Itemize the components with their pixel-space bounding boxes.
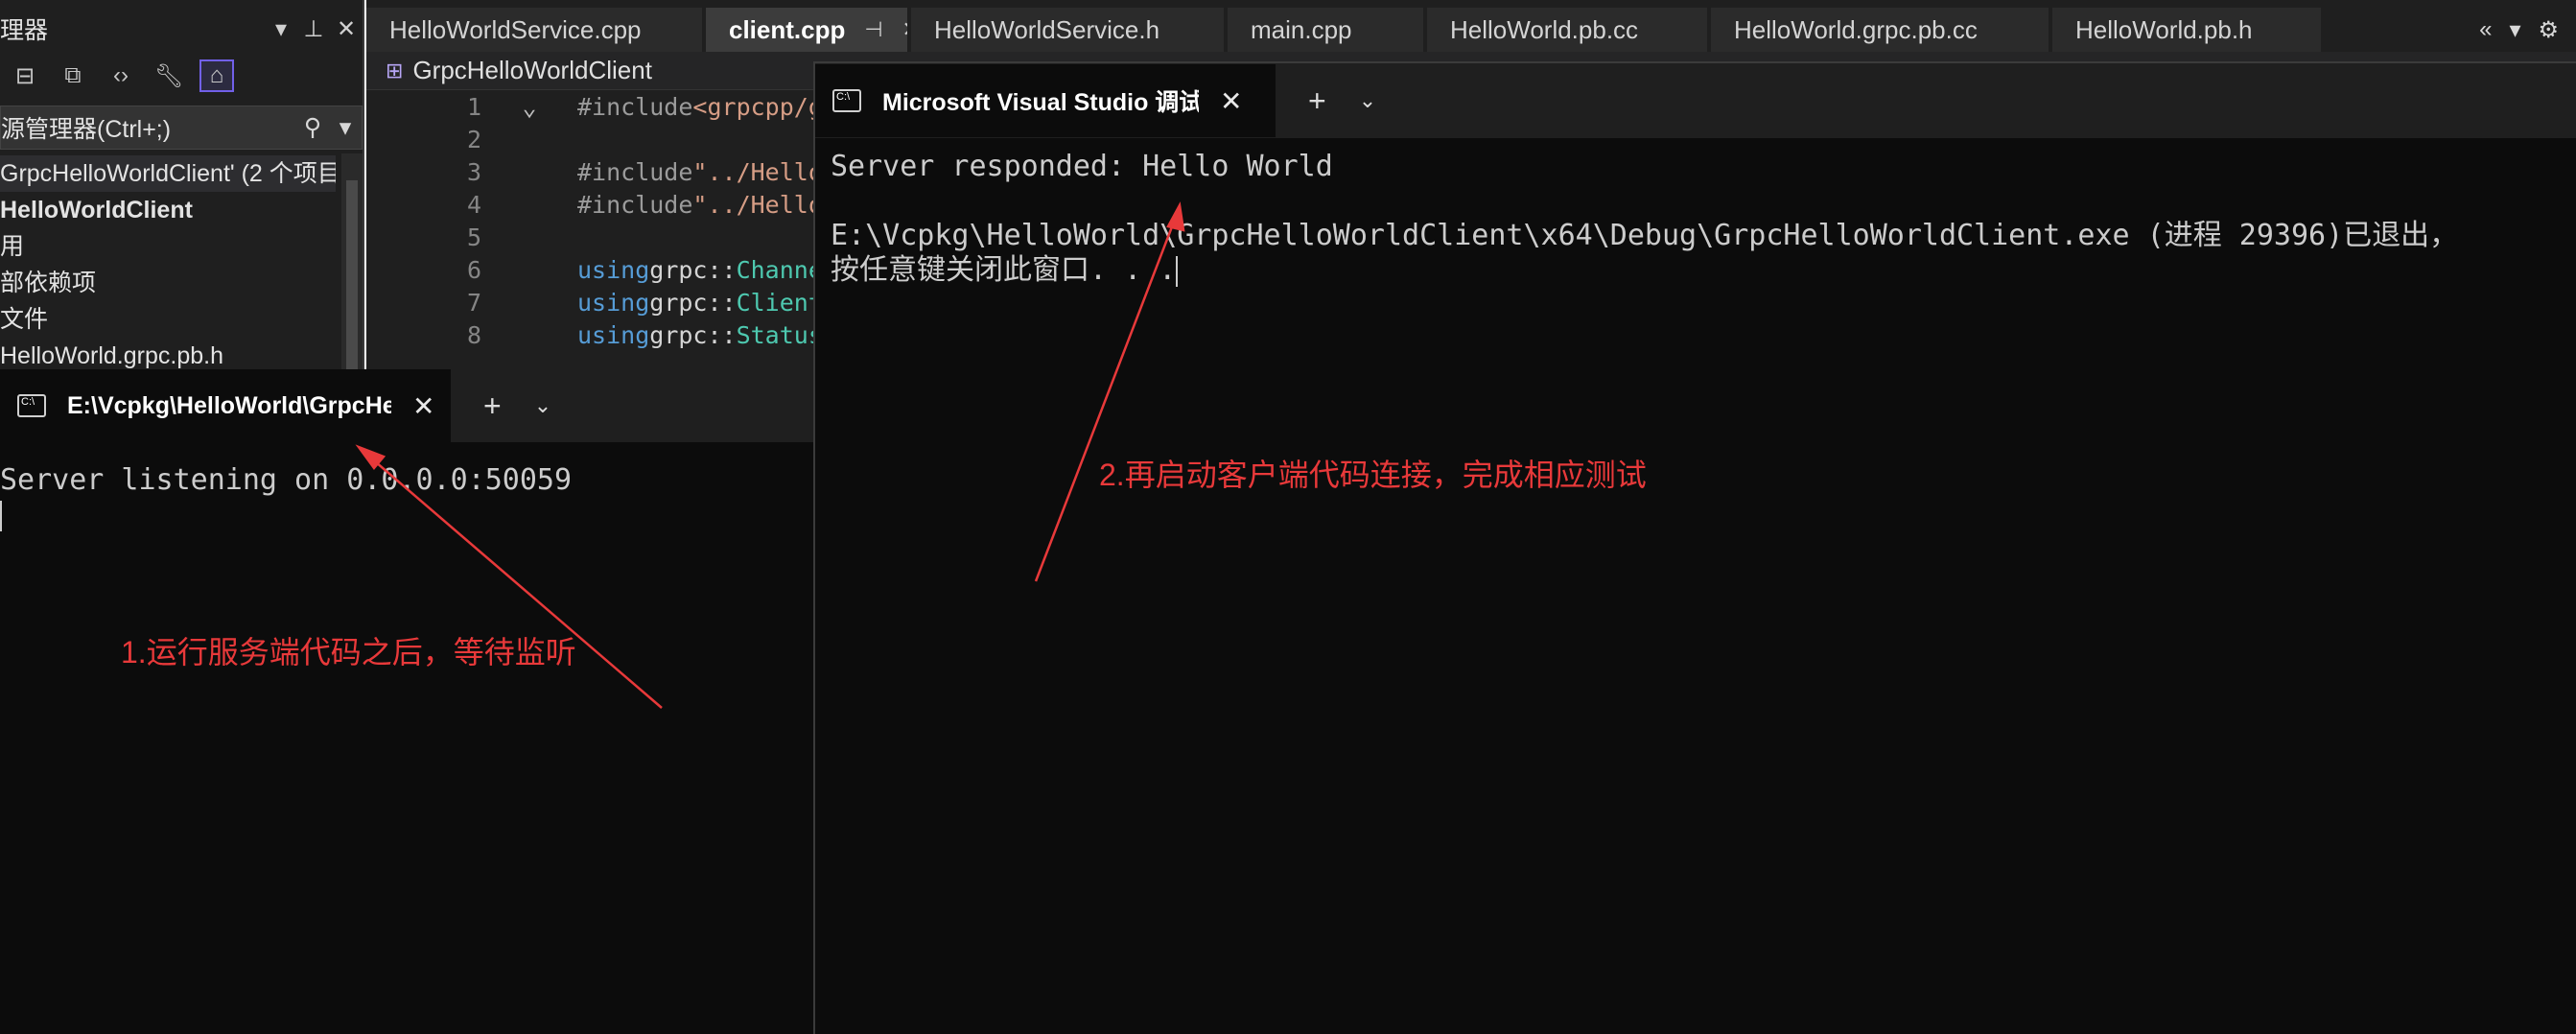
arrowhead xyxy=(1166,201,1185,232)
annotation-arrows xyxy=(355,201,1185,709)
annotation-note-2: 2.再启动客户端代码连接，完成相应测试 xyxy=(1099,458,1647,492)
arrow-to-client-output xyxy=(1034,216,1178,582)
annotation-note-1: 1.运行服务端代码之后，等待监听 xyxy=(121,635,576,670)
